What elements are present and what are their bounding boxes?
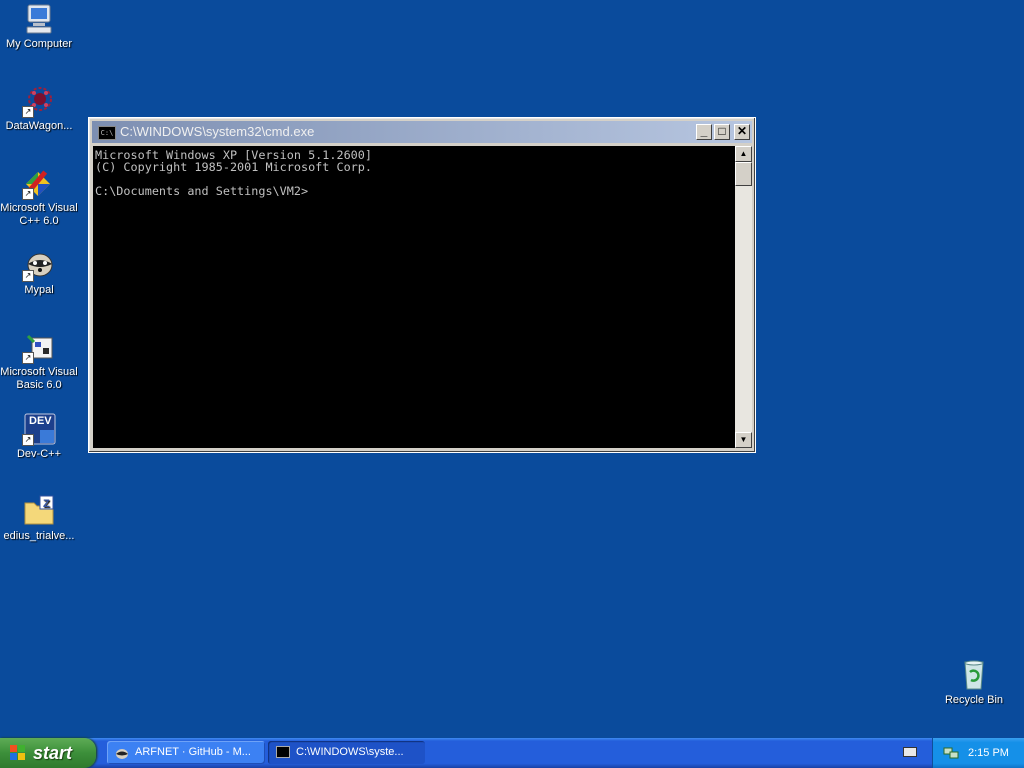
cmd-titlebar[interactable]: C:\ C:\WINDOWS\system32\cmd.exe _ □ ✕	[92, 121, 752, 143]
desktop-icon-visual-cpp[interactable]: ↗ Microsoft Visual C++ 6.0	[0, 166, 78, 228]
desktop-icon-label: My Computer	[5, 38, 73, 50]
desktop-icon-label: edius_trialve...	[3, 530, 75, 542]
clock[interactable]: 2:15 PM	[968, 738, 1009, 768]
visual-basic-icon: ↗	[22, 330, 56, 364]
network-icon[interactable]	[943, 746, 959, 760]
dev-cpp-icon: DEV ↗	[22, 412, 56, 446]
cmd-title: C:\WINDOWS\system32\cmd.exe	[120, 124, 315, 139]
scroll-down-button[interactable]: ▼	[735, 432, 752, 448]
taskbar-button-label: C:\WINDOWS\syste...	[296, 746, 404, 758]
scroll-thumb[interactable]	[735, 162, 752, 186]
scroll-up-button[interactable]: ▲	[735, 146, 752, 162]
cmd-console[interactable]: Microsoft Windows XP [Version 5.1.2600](…	[93, 146, 735, 448]
desktop-icon-datawagon[interactable]: ↗ DataWagon...	[0, 84, 78, 133]
keyboard-icon[interactable]	[903, 747, 917, 757]
datawagon-icon: ↗	[22, 84, 56, 118]
desktop-icon-label: Dev-C++	[16, 448, 62, 460]
system-tray: 2:15 PM	[932, 738, 1024, 768]
cmd-window[interactable]: C:\ C:\WINDOWS\system32\cmd.exe _ □ ✕ Mi…	[88, 117, 756, 453]
minimize-button[interactable]: _	[696, 124, 712, 140]
shortcut-arrow-icon: ↗	[22, 106, 34, 118]
svg-text:Z: Z	[43, 498, 50, 510]
desktop-icon-label: Recycle Bin	[944, 694, 1004, 706]
shortcut-arrow-icon: ↗	[22, 270, 34, 282]
visual-cpp-icon: ↗	[22, 166, 56, 200]
close-button[interactable]: ✕	[734, 124, 750, 140]
vertical-scrollbar[interactable]: ▲ ▼	[735, 146, 752, 448]
zip-folder-icon: Z	[22, 494, 56, 528]
desktop-icon-dev-cpp[interactable]: DEV ↗ Dev-C++	[0, 412, 78, 461]
desktop-icon-label: Microsoft Visual C++ 6.0	[0, 202, 78, 227]
taskbar-button-label: ARFNET · GitHub - M...	[135, 746, 251, 758]
start-label: start	[33, 743, 73, 763]
shortcut-arrow-icon: ↗	[22, 352, 34, 364]
console-prompt: C:\Documents and Settings\VM2>	[95, 184, 309, 198]
windows-flag-icon	[10, 745, 26, 761]
desktop-icon-label: Microsoft Visual Basic 6.0	[0, 366, 78, 391]
recycle-bin-icon	[957, 658, 991, 692]
shortcut-arrow-icon: ↗	[22, 434, 34, 446]
browser-icon	[115, 746, 129, 759]
maximize-button[interactable]: □	[714, 124, 730, 140]
desktop-icon-recycle-bin[interactable]: Recycle Bin	[935, 658, 1013, 707]
cmd-title-icon: C:\	[98, 126, 116, 140]
desktop-icon-mypal[interactable]: ↗ Mypal	[0, 248, 78, 297]
desktop-icon-my-computer[interactable]: My Computer	[0, 2, 78, 51]
console-line: (C) Copyright 1985-2001 Microsoft Corp.	[95, 160, 372, 174]
mypal-icon: ↗	[22, 248, 56, 282]
dev-icon-text: DEV	[29, 415, 52, 427]
desktop-icon-label: DataWagon...	[5, 120, 73, 132]
shortcut-arrow-icon: ↗	[22, 188, 34, 200]
desktop-icon-visual-basic[interactable]: ↗ Microsoft Visual Basic 6.0	[0, 330, 78, 392]
taskbar: start ARFNET · GitHub - M... C:\WINDOWS\…	[0, 738, 1024, 768]
my-computer-icon	[22, 2, 56, 36]
desktop-icon-edius-zip[interactable]: Z edius_trialve...	[0, 494, 78, 543]
taskbar-button-cmd[interactable]: C:\WINDOWS\syste...	[268, 741, 425, 764]
start-button[interactable]: start	[0, 738, 96, 768]
taskbar-button-browser[interactable]: ARFNET · GitHub - M...	[107, 741, 265, 764]
cmd-icon	[276, 746, 290, 758]
desktop-icon-label: Mypal	[24, 284, 54, 296]
